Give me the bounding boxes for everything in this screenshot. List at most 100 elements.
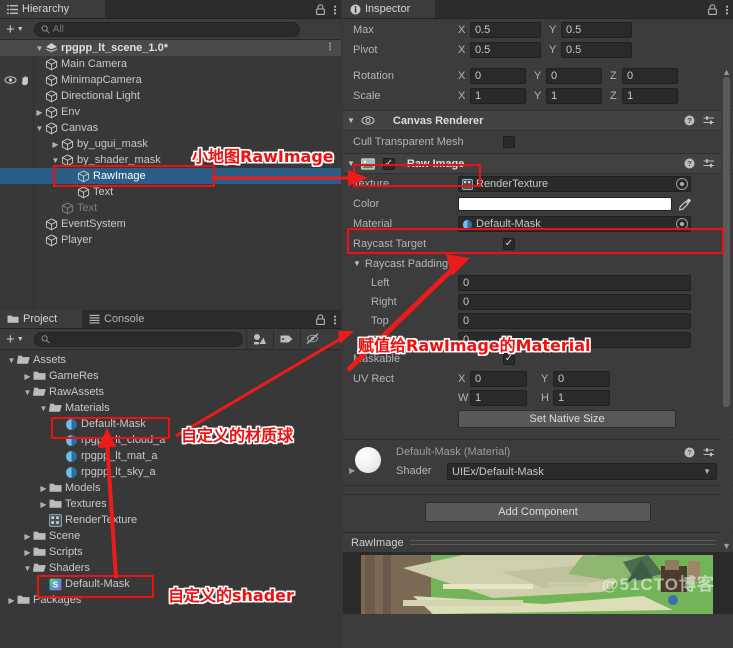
pickability-hand-icon[interactable] xyxy=(20,75,31,86)
hierarchy-item-canvas[interactable]: ▼ Canvas xyxy=(0,120,341,136)
inspector-scrollbar[interactable] xyxy=(721,69,732,549)
material-inspector-title: Default-Mask (Material) xyxy=(396,446,511,458)
material-object-field[interactable]: Default-Mask xyxy=(458,216,691,232)
preset-icon[interactable] xyxy=(703,158,715,169)
hierarchy-item-directional-light[interactable]: Directional Light xyxy=(0,88,341,104)
twisty-collapsed-icon[interactable]: ▶ xyxy=(22,372,33,381)
project-item-models[interactable]: ▶ Models xyxy=(0,480,341,496)
create-object-button[interactable]: + ▼ xyxy=(3,22,27,37)
hierarchy-item-player[interactable]: Player xyxy=(0,232,341,248)
add-component-button[interactable]: Add Component xyxy=(425,501,651,522)
twisty-collapsed-icon[interactable]: ▶ xyxy=(22,532,33,541)
project-item-textures[interactable]: ▶ Textures xyxy=(0,496,341,512)
uv-rect-w-input[interactable]: 1 xyxy=(470,389,527,406)
max-y-input[interactable]: 0.5 xyxy=(561,22,632,38)
raw-image-enabled-checkbox[interactable]: ✓ xyxy=(382,157,395,170)
twisty-expanded-icon[interactable]: ▼ xyxy=(34,124,45,133)
rotation-y-input[interactable]: 0 xyxy=(546,68,602,84)
project-item-shaders[interactable]: ▼ Shaders xyxy=(0,560,341,576)
kebab-menu-icon[interactable]: ⋮ xyxy=(325,42,335,53)
shader-dropdown[interactable]: UIEx/Default-Mask ▼ xyxy=(447,463,717,480)
rotation-x-input[interactable]: 0 xyxy=(470,68,526,84)
twisty-collapsed-icon[interactable]: ▶ xyxy=(22,548,33,557)
project-item-scene[interactable]: ▶ Scene xyxy=(0,528,341,544)
max-x-input[interactable]: 0.5 xyxy=(470,22,541,38)
kebab-menu-icon[interactable] xyxy=(333,314,337,326)
chevron-down-icon: ▼ xyxy=(703,467,711,476)
rotation-z-input[interactable]: 0 xyxy=(622,68,678,84)
tab-console[interactable]: Console xyxy=(82,310,162,328)
pivot-y-input[interactable]: 0.5 xyxy=(561,42,632,58)
texture-picker-button[interactable] xyxy=(676,178,688,190)
pivot-label: Pivot xyxy=(353,44,378,56)
twisty-expanded-icon[interactable]: ▼ xyxy=(34,44,45,53)
color-swatch[interactable] xyxy=(458,197,672,211)
twisty-expanded-icon[interactable]: ▼ xyxy=(22,564,33,573)
uv-rect-x-input[interactable]: 0 xyxy=(470,370,527,387)
raycast-target-checkbox[interactable]: ✓ xyxy=(503,238,515,250)
twisty-collapsed-icon[interactable]: ▶ xyxy=(38,500,49,509)
hierarchy-search-input[interactable]: All xyxy=(33,21,300,37)
preview-header[interactable]: RawImage xyxy=(343,532,733,552)
pivot-x-input[interactable]: 0.5 xyxy=(470,42,541,58)
shader-foldout-arrow-icon[interactable]: ▶ xyxy=(349,466,355,475)
tab-hierarchy[interactable]: Hierarchy xyxy=(0,0,105,18)
twisty-expanded-icon[interactable]: ▼ xyxy=(50,156,61,165)
raycast-padding-left-input[interactable]: 0 xyxy=(458,274,691,291)
twisty-expanded-icon[interactable]: ▼ xyxy=(22,388,33,397)
project-item-rpgpp-lt-mat-a[interactable]: rpgpp_lt_mat_a xyxy=(0,448,341,464)
hierarchy-item-text[interactable]: Text xyxy=(0,200,341,216)
uv-rect-y-input[interactable]: 0 xyxy=(553,370,610,387)
twisty-collapsed-icon[interactable]: ▶ xyxy=(50,140,61,149)
tab-project[interactable]: Project xyxy=(0,310,82,328)
hierarchy-item-main-camera[interactable]: Main Camera xyxy=(0,56,341,72)
color-label: Color xyxy=(353,198,380,210)
hierarchy-item-env[interactable]: ▶ Env xyxy=(0,104,341,120)
lock-icon[interactable] xyxy=(315,3,326,16)
cull-transparent-mesh-checkbox[interactable] xyxy=(503,136,515,148)
create-asset-button[interactable]: + ▼ xyxy=(3,332,27,347)
set-native-size-button[interactable]: Set Native Size xyxy=(458,410,676,428)
hierarchy-item-minimapcamera[interactable]: MinimapCamera xyxy=(0,72,341,88)
texture-object-field[interactable]: RenderTexture xyxy=(458,176,691,192)
foldout-arrow-icon[interactable]: ▼ xyxy=(347,116,355,125)
preset-icon[interactable] xyxy=(703,447,715,458)
visibility-toggles[interactable] xyxy=(4,72,31,88)
help-icon[interactable]: ? xyxy=(684,115,695,126)
eye-icon[interactable] xyxy=(361,115,375,126)
eye-icon[interactable] xyxy=(4,75,17,85)
material-preview-sphere xyxy=(355,447,381,473)
lock-icon[interactable] xyxy=(315,313,326,326)
kebab-menu-icon[interactable] xyxy=(333,4,337,16)
project-item-rpgpp-lt-sky-a[interactable]: rpgpp_lt_sky_a xyxy=(0,464,341,480)
twisty-collapsed-icon[interactable]: ▶ xyxy=(6,596,17,605)
material-picker-button[interactable] xyxy=(676,218,688,230)
uv-rect-row-2: W 1 H 1 xyxy=(343,388,733,407)
raycast-padding-right-input[interactable]: 0 xyxy=(458,293,691,310)
tab-inspector[interactable]: Inspector xyxy=(343,0,435,18)
help-icon[interactable]: ? xyxy=(684,158,695,169)
raycast-padding-top-input[interactable]: 0 xyxy=(458,312,691,329)
scroll-up-arrow-icon[interactable]: ▲ xyxy=(722,67,731,77)
twisty-collapsed-icon[interactable]: ▶ xyxy=(38,484,49,493)
component-header-raw-image[interactable]: ▼ ✓ Raw Image ? xyxy=(343,153,733,174)
twisty-collapsed-icon[interactable]: ▶ xyxy=(34,108,45,117)
scroll-down-arrow-icon[interactable]: ▼ xyxy=(722,541,731,551)
hierarchy-scene-row[interactable]: ▼ rpgpp_lt_scene_1.0* ⋮ xyxy=(0,40,341,56)
twisty-expanded-icon[interactable]: ▼ xyxy=(38,404,49,413)
hierarchy-item-eventsystem[interactable]: EventSystem xyxy=(0,216,341,232)
inspector-scrollbar-thumb[interactable] xyxy=(723,77,730,407)
preset-icon[interactable] xyxy=(703,115,715,126)
twisty-expanded-icon[interactable]: ▼ xyxy=(6,356,17,365)
component-header-canvas-renderer[interactable]: ▼ Canvas Renderer ? xyxy=(343,110,733,131)
project-item-scripts[interactable]: ▶ Scripts xyxy=(0,544,341,560)
project-item-rendertexture[interactable]: RenderTexture xyxy=(0,512,341,528)
lock-icon[interactable] xyxy=(707,3,718,16)
help-icon[interactable]: ? xyxy=(684,447,695,458)
uv-rect-h-input[interactable]: 1 xyxy=(553,389,610,406)
scale-y-input[interactable]: 1 xyxy=(546,88,602,104)
kebab-menu-icon[interactable] xyxy=(725,4,729,16)
eyedropper-icon[interactable] xyxy=(678,198,691,211)
scale-x-input[interactable]: 1 xyxy=(470,88,526,104)
scale-z-input[interactable]: 1 xyxy=(622,88,678,104)
